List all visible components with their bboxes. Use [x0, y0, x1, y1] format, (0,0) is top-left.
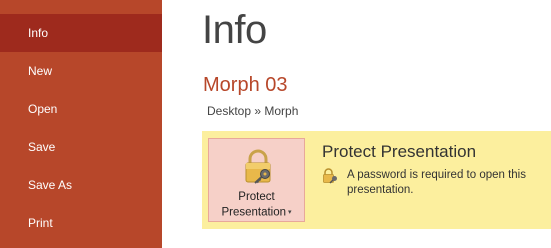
sidebar-item-info[interactable]: Info: [0, 14, 162, 52]
page-title: Info: [202, 8, 267, 52]
protect-heading: Protect Presentation: [322, 142, 477, 161]
document-path: Desktop » Morph: [207, 104, 299, 118]
sidebar-item-save[interactable]: Save: [0, 128, 162, 166]
sidebar-item-new[interactable]: New: [0, 52, 162, 90]
sidebar-item-save-as[interactable]: Save As: [0, 166, 162, 204]
protect-description: A password is required to open this pres…: [347, 169, 526, 196]
protect-presentation-panel: Protect Presentation ▾ Protect Presentati…: [202, 131, 551, 229]
document-name: Morph 03: [203, 74, 288, 96]
sidebar-item-print[interactable]: Print: [0, 204, 162, 242]
protect-button-label-line1: Protect: [238, 191, 275, 203]
sidebar-item-open[interactable]: Open: [0, 90, 162, 128]
chevron-down-icon: ▾: [288, 209, 292, 216]
backstage-view: Info New Open Save Save As Print Info Mo…: [0, 0, 551, 248]
protect-button-label-line2: Presentation ▾: [221, 206, 292, 219]
lock-key-icon: [245, 149, 271, 184]
backstage-sidebar: Info New Open Save Save As Print: [0, 0, 162, 248]
protect-presentation-button[interactable]: Protect Presentation ▾: [208, 138, 305, 222]
small-lock-key-icon: [323, 168, 337, 184]
